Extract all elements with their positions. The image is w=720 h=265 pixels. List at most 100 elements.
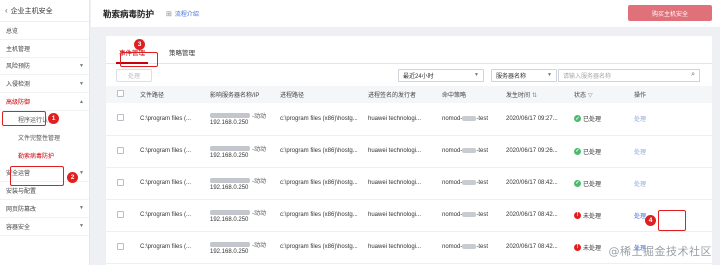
server-ip: 192.168.0.250 bbox=[210, 216, 249, 223]
row-checkbox[interactable] bbox=[117, 210, 124, 218]
tab-bar: 事件管理 策略管理 bbox=[106, 36, 712, 64]
process-path-cell: c:\program files (x86)\hostg... bbox=[278, 199, 366, 232]
col-file-path: 文件路径 bbox=[138, 86, 208, 103]
status-cell: ! 未处理 bbox=[572, 199, 632, 232]
sidebar-item-container-security[interactable]: 容器安全 ▼ bbox=[0, 218, 89, 236]
flow-intro-label: 流程介绍 bbox=[174, 12, 199, 18]
check-circle-icon: ✓ bbox=[574, 115, 581, 123]
server-name-suffix: -动动 bbox=[252, 210, 266, 217]
time-range-select[interactable]: 最近24小时 ▼ bbox=[398, 68, 484, 82]
sidebar-subitem-file-integrity[interactable]: 文件完整性管理 bbox=[0, 129, 89, 147]
search-icon[interactable]: ⌕ bbox=[691, 71, 695, 79]
tab-policy-management[interactable]: 策略管理 bbox=[166, 47, 198, 63]
events-table: 文件路径 影响服务器名称/IP 进程路径 进程签名的发行者 命中策略 发生时间 ⇅… bbox=[106, 86, 712, 264]
redacted-policy-name bbox=[462, 211, 477, 217]
flow-intro-link[interactable]: ⊞ 流程介绍 bbox=[166, 9, 199, 19]
handle-button[interactable]: 处理 bbox=[116, 68, 152, 82]
table-row: C:\program files (... -动动 192.168.0.250 c:\… bbox=[106, 135, 712, 168]
process-path-cell: c:\program files (x86)\hostg... bbox=[278, 103, 366, 136]
select-all-checkbox[interactable] bbox=[117, 90, 124, 97]
sidebar-item-overview[interactable]: 总览 bbox=[0, 22, 89, 40]
row-select-cell bbox=[106, 167, 138, 200]
policy-prefix: nomod- bbox=[442, 212, 463, 219]
sidebar-item-web-tamper[interactable]: 网页防篡改 ▼ bbox=[0, 200, 89, 218]
time-cell: 2020/06/17 08:42... bbox=[504, 231, 572, 264]
status-text: 已处理 bbox=[583, 181, 602, 188]
issuer-cell: huawei technologi... bbox=[366, 103, 440, 136]
redacted-server-name bbox=[210, 209, 250, 215]
action-cell: 处理 bbox=[632, 103, 712, 136]
server-ip: 192.168.0.250 bbox=[210, 248, 249, 255]
handle-action-link[interactable]: 处理 bbox=[634, 182, 646, 188]
time-cell: 2020/06/17 09:26... bbox=[504, 135, 572, 168]
annotation-badge-3: 3 bbox=[134, 39, 145, 50]
status-text: 未处理 bbox=[583, 245, 602, 252]
table-row: C:\program files (... -动动 192.168.0.250 c:\… bbox=[106, 199, 712, 232]
sidebar-item-hosts[interactable]: 主机管理 bbox=[0, 40, 89, 58]
server-cell: -动动 192.168.0.250 bbox=[208, 135, 278, 168]
redacted-server-name bbox=[210, 177, 250, 183]
search-input[interactable]: 请输入服务器名称 ⌕ bbox=[558, 68, 700, 82]
warning-circle-icon: ! bbox=[574, 243, 581, 251]
col-status: 状态 ▽ bbox=[572, 86, 632, 103]
row-checkbox[interactable] bbox=[117, 242, 124, 250]
row-select-cell bbox=[106, 199, 138, 232]
sort-icon[interactable]: ⇅ bbox=[532, 93, 537, 99]
search-field-select[interactable]: 服务器名称 ▼ bbox=[491, 68, 557, 82]
handle-action-link[interactable]: 处理 bbox=[634, 117, 646, 123]
caret-down-icon: ▼ bbox=[79, 205, 84, 212]
policy-cell: nomod- -test bbox=[440, 135, 504, 168]
filter-icon[interactable]: ▽ bbox=[588, 93, 593, 99]
col-issuer: 进程签名的发行者 bbox=[366, 86, 440, 103]
sidebar-item-label: 安装与配置 bbox=[6, 189, 37, 196]
handle-action-link[interactable]: 处理 bbox=[634, 150, 646, 156]
issuer-cell: huawei technologi... bbox=[366, 167, 440, 200]
annotation-box-advanced-defense bbox=[2, 111, 46, 126]
policy-suffix: -test bbox=[476, 244, 489, 251]
status-text: 未处理 bbox=[583, 213, 602, 220]
sidebar-subitem-label: 文件完整性管理 bbox=[18, 136, 61, 143]
row-select-cell bbox=[106, 135, 138, 168]
buy-host-security-button[interactable]: 购买主机安全 bbox=[628, 5, 712, 21]
sidebar-item-advanced-defense[interactable]: 高级防御 ▲ bbox=[0, 93, 89, 111]
policy-suffix: -test bbox=[476, 180, 489, 187]
process-path-cell: c:\program files (x86)\hostg... bbox=[278, 231, 366, 264]
status-text: 已处理 bbox=[583, 117, 602, 124]
select-all-cell bbox=[106, 86, 138, 103]
sidebar-item-label: 容器安全 bbox=[6, 224, 31, 231]
policy-prefix: nomod- bbox=[442, 115, 463, 122]
row-checkbox[interactable] bbox=[117, 146, 124, 154]
col-time-label: 发生时间 bbox=[506, 93, 531, 99]
search-field-value: 服务器名称 bbox=[496, 73, 527, 80]
redacted-policy-name bbox=[462, 147, 477, 153]
sidebar-item-risk-prevention[interactable]: 风险预防 ▼ bbox=[0, 58, 89, 76]
col-time[interactable]: 发生时间 ⇅ bbox=[504, 86, 572, 103]
caret-up-icon: ▲ bbox=[79, 98, 84, 105]
sidebar-subitem-label: 勒索病毒防护 bbox=[18, 153, 55, 160]
sidebar-item-intrusion-detection[interactable]: 入侵检测 ▼ bbox=[0, 75, 89, 94]
policy-prefix: nomod- bbox=[442, 148, 463, 155]
policy-prefix: nomod- bbox=[442, 180, 463, 187]
row-checkbox[interactable] bbox=[117, 178, 124, 186]
redacted-policy-name bbox=[462, 243, 477, 249]
file-path-cell: C:\program files (... bbox=[138, 231, 208, 264]
back-arrow-icon[interactable]: ‹ bbox=[5, 6, 8, 15]
sidebar-subitem-ransomware[interactable]: 勒索病毒防护 bbox=[0, 147, 89, 165]
col-action: 操作 bbox=[632, 86, 712, 103]
check-circle-icon: ✓ bbox=[574, 147, 581, 155]
issuer-cell: huawei technologi... bbox=[366, 231, 440, 264]
server-ip: 192.168.0.250 bbox=[210, 152, 249, 159]
issuer-cell: huawei technologi... bbox=[366, 135, 440, 168]
table-header-row: 文件路径 影响服务器名称/IP 进程路径 进程签名的发行者 命中策略 发生时间 ⇅… bbox=[106, 86, 712, 103]
row-checkbox[interactable] bbox=[117, 114, 124, 122]
sidebar-item-label: 风险预防 bbox=[6, 64, 31, 71]
redacted-server-name bbox=[210, 145, 250, 151]
table-row: C:\program files (... -动动 192.168.0.250 c:\… bbox=[106, 103, 712, 136]
policy-cell: nomod- -test bbox=[440, 231, 504, 264]
search-placeholder: 请输入服务器名称 bbox=[563, 73, 612, 80]
redacted-server-name bbox=[210, 113, 250, 119]
policy-suffix: -test bbox=[476, 212, 489, 219]
table-row: C:\program files (... -动动 192.168.0.250 c:\… bbox=[106, 167, 712, 200]
file-path-cell: C:\program files (... bbox=[138, 167, 208, 200]
annotation-box-event-tab bbox=[120, 52, 158, 67]
